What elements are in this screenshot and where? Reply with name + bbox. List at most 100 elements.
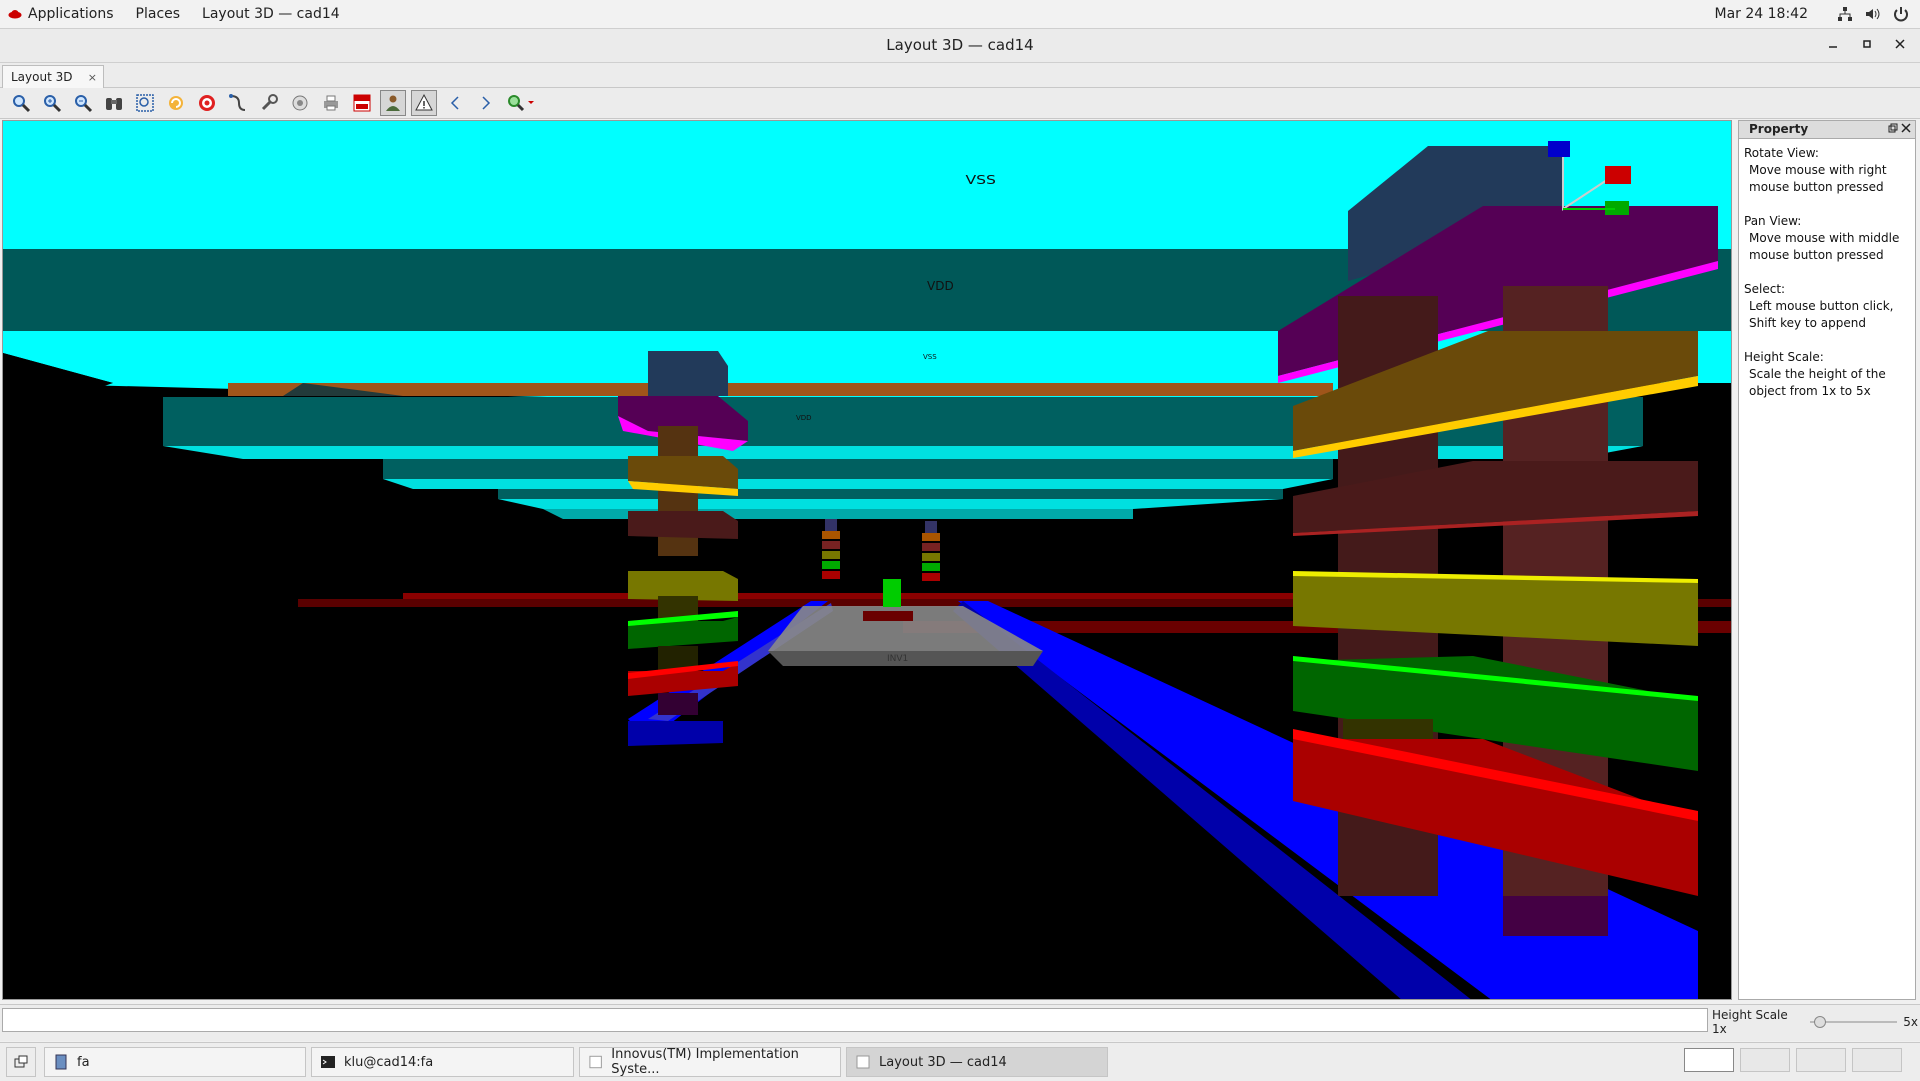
help-title: Select: (1744, 282, 1786, 296)
help-desc: Left mouse button click, Shift key to ap… (1749, 299, 1894, 330)
route-button[interactable] (225, 90, 251, 116)
teal-slab-3[interactable] (498, 489, 1283, 499)
command-input[interactable] (2, 1008, 1708, 1032)
vss-label: VSS (965, 173, 996, 187)
taskbar-item-innovus[interactable]: Innovus(TM) Implementation Syste... (579, 1047, 841, 1077)
taskbar-item-layout-3d[interactable]: Layout 3D — cad14 (846, 1047, 1108, 1077)
maximize-button[interactable] (1856, 35, 1878, 57)
prev-button[interactable] (442, 90, 468, 116)
toolbar (0, 88, 1920, 119)
file-manager-icon (55, 1054, 67, 1070)
close-button[interactable] (1889, 35, 1911, 57)
gif-icon (353, 94, 371, 112)
layout-3d-viewport[interactable]: VSS VDD VSS VDD INV1 (2, 120, 1732, 1000)
volume-icon[interactable] (1864, 5, 1882, 23)
vdd-label: VDD (927, 279, 954, 293)
show-desktop-button[interactable] (6, 1047, 36, 1077)
person-button[interactable] (380, 90, 406, 116)
taskbar-item-fa[interactable]: fa (44, 1047, 306, 1077)
metal-orange-layer[interactable] (228, 383, 1333, 396)
zoom-out-button[interactable] (70, 90, 96, 116)
app-window-icon (589, 1055, 602, 1069)
height-scale-slider[interactable] (1809, 1015, 1898, 1029)
window-title: Layout 3D — cad14 (886, 36, 1034, 54)
target-button[interactable] (194, 90, 220, 116)
binoculars-icon (106, 98, 122, 110)
height-scale-knob[interactable] (1813, 1016, 1826, 1028)
find-button[interactable] (101, 90, 127, 116)
print-button[interactable] (318, 90, 344, 116)
target-icon (199, 95, 215, 111)
taskbar-item-label: Innovus(TM) Implementation Syste... (611, 1047, 799, 1077)
zoom-in-button[interactable] (39, 90, 65, 116)
center-pin[interactable] (883, 579, 901, 607)
cell-label: INV1 (887, 654, 909, 664)
help-title: Pan View: (1744, 214, 1802, 228)
help-desc: Scale the height of the object from 1x t… (1749, 367, 1886, 398)
reset-button[interactable] (287, 90, 313, 116)
tab-close-icon[interactable]: × (88, 71, 97, 84)
taskbar-item-terminal[interactable]: klu@cad14:fa (311, 1047, 574, 1077)
fit-button[interactable] (132, 90, 158, 116)
status-row: Height Scale 1x 5x (0, 1004, 1920, 1041)
taskbar-item-label: fa (77, 1054, 90, 1070)
terminal-icon (321, 1056, 335, 1068)
redraw-button[interactable] (163, 90, 189, 116)
workspace-1[interactable] (1684, 1048, 1734, 1072)
help-height-scale: Height Scale: Scale the height of the ob… (1744, 349, 1910, 400)
window-title-bar: Layout 3D — cad14 (0, 29, 1920, 63)
route-icon (229, 94, 246, 111)
3d-scene[interactable] (3, 121, 1732, 1000)
zoom-out-icon (75, 95, 93, 113)
vdd-label-small: VDD (796, 414, 812, 422)
power-icon[interactable] (1892, 5, 1910, 23)
help-desc: Move mouse with right mouse button press… (1749, 163, 1887, 194)
help-rotate-view: Rotate View: Move mouse with right mouse… (1744, 145, 1910, 196)
workspace-4[interactable] (1852, 1048, 1902, 1072)
system-top-bar: Applications Places Layout 3D — cad14 Ma… (0, 0, 1920, 29)
tool-icon (261, 94, 278, 111)
teal-slab-2[interactable] (383, 459, 1333, 479)
tab-row: Layout 3D × (0, 63, 1920, 88)
zoom-select-button[interactable] (504, 90, 538, 116)
help-pan-view: Pan View: Move mouse with middle mouse b… (1744, 213, 1910, 264)
tab-layout-3d[interactable]: Layout 3D × (2, 65, 104, 88)
print-icon (324, 95, 338, 111)
clock[interactable]: Mar 24 18:42 (1715, 6, 1808, 22)
tool-button[interactable] (256, 90, 282, 116)
close-icon (1895, 39, 1905, 49)
close-panel-icon[interactable] (1901, 123, 1911, 133)
taskbar-item-label: klu@cad14:fa (344, 1054, 434, 1070)
zoom-button[interactable] (8, 90, 34, 116)
float-panel-icon[interactable] (1888, 123, 1898, 133)
taskbar: fa klu@cad14:fa Innovus(TM) Implementati… (0, 1042, 1920, 1081)
redhat-icon (8, 10, 22, 19)
fit-view-icon (136, 94, 154, 112)
gif-button[interactable] (349, 90, 375, 116)
property-panel-body: Rotate View: Move mouse with right mouse… (1739, 139, 1915, 423)
network-icon[interactable] (1836, 5, 1854, 23)
places-menu[interactable]: Places (136, 6, 181, 22)
arrow-left-icon (450, 96, 459, 110)
property-panel: Property Rotate View: Move mouse with ri… (1738, 120, 1916, 1000)
workspace-3[interactable] (1796, 1048, 1846, 1072)
help-title: Rotate View: (1744, 146, 1819, 160)
zoom-icon (13, 95, 31, 113)
reset-icon (292, 95, 308, 111)
red-wire-top[interactable] (403, 593, 1303, 599)
help-desc: Move mouse with middle mouse button pres… (1749, 231, 1900, 262)
tab-label: Layout 3D (11, 70, 73, 84)
warning-button[interactable] (411, 90, 437, 116)
applications-menu[interactable]: Applications (28, 6, 114, 22)
window-menu[interactable]: Layout 3D — cad14 (202, 6, 340, 22)
app-window-icon (856, 1055, 870, 1069)
zoom-in-icon (44, 95, 62, 113)
height-scale-control: Height Scale 1x 5x (1712, 1008, 1918, 1036)
workspace-2[interactable] (1740, 1048, 1790, 1072)
vss-edge-2 (383, 479, 1333, 489)
height-scale-label: Height Scale 1x (1712, 1008, 1788, 1036)
minimize-button[interactable] (1822, 35, 1844, 57)
show-desktop-icon (14, 1055, 28, 1068)
zoom-select-icon (508, 95, 534, 112)
next-button[interactable] (473, 90, 499, 116)
